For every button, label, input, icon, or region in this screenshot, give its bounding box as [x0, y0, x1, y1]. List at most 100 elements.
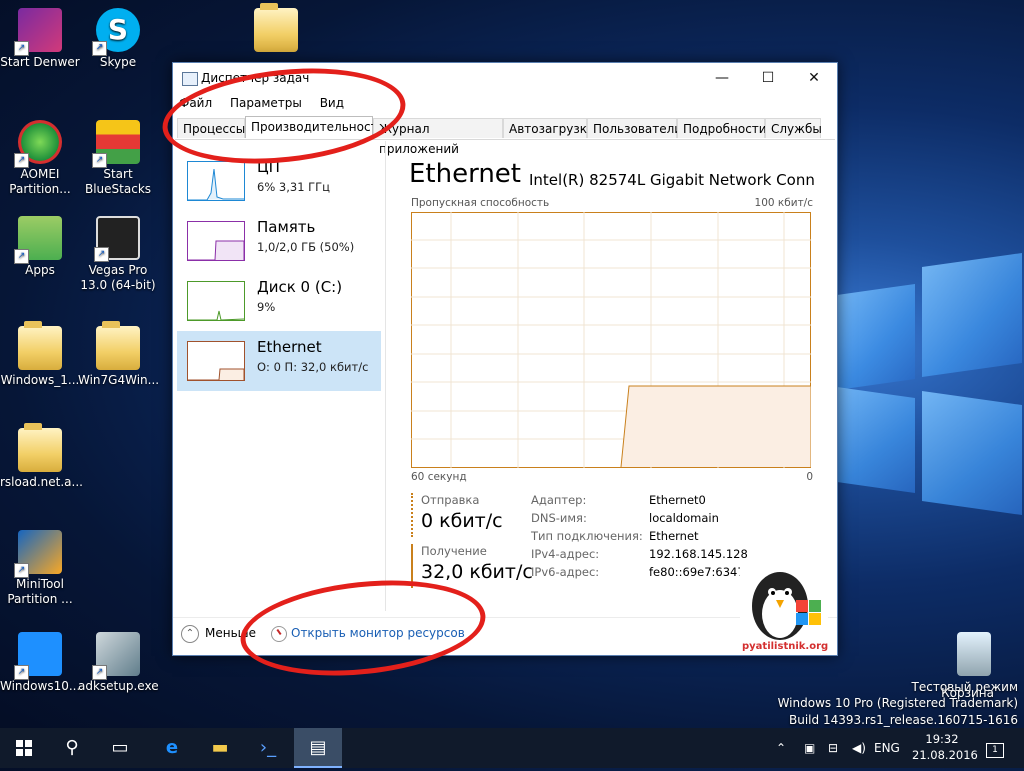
- ethernet-detail-pane: Ethernet Intel(R) 82574L Gigabit Network…: [409, 141, 829, 611]
- graph-time-left: 60 секунд: [411, 471, 467, 483]
- desktop-icon-rsload[interactable]: rsload.net.a...: [0, 423, 83, 490]
- start-button[interactable]: [0, 728, 48, 768]
- aomei-icon: ↗: [14, 120, 62, 168]
- search-icon[interactable]: ⚲: [48, 728, 96, 768]
- desktop-icon-adksetup[interactable]: ↗ adksetup.exe: [78, 632, 159, 694]
- desktop-icon-windows-zip[interactable]: [236, 3, 316, 55]
- performance-sidebar: ЦП 6% 3,31 ГГц Память 1,0/2,0 ГБ (50%) Д…: [173, 141, 386, 611]
- windows-defender-icon[interactable]: ▣: [804, 728, 815, 768]
- powershell-icon[interactable]: ›_: [244, 728, 292, 768]
- windows-logo-icon: ↗: [14, 632, 62, 680]
- adapter-name: Intel(R) 82574L Gigabit Network Conne...: [529, 171, 814, 189]
- sidebar-item-memory[interactable]: Память 1,0/2,0 ГБ (50%): [177, 211, 381, 271]
- desktop-icon-win7g4win[interactable]: Win7G4Win...: [78, 321, 160, 388]
- close-button[interactable]: ✕: [791, 63, 837, 93]
- tab-services[interactable]: Службы: [765, 118, 822, 138]
- site-logo: pyatilistnik.org: [740, 564, 828, 654]
- minimize-button[interactable]: —: [699, 63, 745, 93]
- disk-mini-graph: [187, 281, 245, 321]
- receive-value: 32,0 кбит/с: [421, 561, 533, 583]
- sidebar-item-value: О: 0 П: 32,0 кбит/с: [257, 360, 369, 374]
- desktop-icon-start-denwer[interactable]: ↗ Start Denwer: [0, 8, 80, 70]
- desktop-icon-windows1[interactable]: Windows_1...: [0, 321, 80, 388]
- graph-time-right: 0: [806, 471, 813, 483]
- detail-key: DNS-имя:: [531, 511, 587, 525]
- desktop-icon-aomei[interactable]: ↗ AOMEI Partition...: [0, 120, 80, 197]
- tray-expand-icon[interactable]: ⌃: [776, 728, 786, 768]
- desktop-icon-recycle-bin[interactable]: [934, 632, 1014, 679]
- detail-key: Адаптер:: [531, 493, 587, 507]
- ethernet-mini-graph: [187, 341, 245, 381]
- cpu-mini-graph: [187, 161, 245, 201]
- desktop-icon-bluestacks[interactable]: ↗ Start BlueStacks: [78, 120, 158, 197]
- task-manager-icon: [182, 72, 198, 86]
- sidebar-item-label: Диск 0 (C:): [257, 278, 343, 296]
- vegas-film-icon: ↗: [94, 216, 140, 262]
- desktop-icon-label: Start Denwer: [0, 55, 80, 69]
- detail-value: localdomain: [649, 511, 719, 525]
- desktop-icon-vegas[interactable]: ↗ Vegas Pro 13.0 (64-bit): [78, 216, 158, 293]
- zip-folder-icon: [18, 423, 62, 472]
- send-stat: Отправка 0 кбит/с: [411, 493, 503, 537]
- detail-key: Тип подключения:: [531, 529, 643, 543]
- clock-time: 19:32: [925, 732, 959, 746]
- desktop-icon-windows10[interactable]: ↗ Windows10...: [0, 632, 80, 694]
- skype-icon: S ↗: [92, 8, 140, 56]
- throughput-graph: [411, 212, 811, 468]
- task-view-icon[interactable]: ▭: [96, 728, 144, 768]
- desktop-icon-label: Windows_1...: [0, 373, 80, 387]
- clock-date: 21.08.2016: [912, 748, 978, 762]
- receive-stat: Получение 32,0 кбит/с: [411, 544, 533, 588]
- detail-value: Ethernet0: [649, 493, 706, 507]
- volume-icon[interactable]: ◀): [852, 728, 866, 768]
- sidebar-item-label: Память: [257, 218, 316, 236]
- task-manager-taskbar-icon[interactable]: ▤: [294, 728, 342, 768]
- desktop-icon-label: Start BlueStacks: [84, 167, 152, 196]
- desktop-icon-label: Win7G4Win...: [78, 373, 160, 387]
- page-title: Ethernet: [409, 159, 521, 189]
- desktop-icon-label: adksetup.exe: [78, 679, 159, 693]
- sidebar-item-label: Ethernet: [257, 338, 322, 356]
- desktop-icon-minitool[interactable]: ↗ MiniTool Partition ...: [0, 530, 80, 607]
- zip-folder-icon: [96, 321, 140, 370]
- desktop-icon-label: Apps: [25, 263, 55, 277]
- desktop-icon-label: Vegas Pro 13.0 (64-bit): [80, 263, 156, 292]
- file-explorer-icon[interactable]: ▬: [196, 728, 244, 768]
- input-language[interactable]: ENG: [874, 728, 900, 768]
- sidebar-item-value: 1,0/2,0 ГБ (50%): [257, 240, 355, 254]
- send-value: 0 кбит/с: [421, 510, 503, 532]
- receive-label: Получение: [421, 544, 487, 558]
- tab-users[interactable]: Пользователи: [587, 118, 682, 138]
- bluestacks-icon: ↗: [92, 120, 140, 168]
- os-version-watermark: Windows 10 Pro (Registered Trademark): [777, 696, 1018, 710]
- windows-start-icon: [16, 740, 32, 756]
- sidebar-item-value: 9%: [257, 300, 276, 314]
- build-watermark: Build 14393.rs1_release.160715-1616: [789, 713, 1018, 727]
- network-icon[interactable]: ⊟: [828, 728, 838, 768]
- desktop-icon-label: AOMEI Partition...: [9, 167, 71, 196]
- action-center-icon[interactable]: 1: [986, 728, 1004, 768]
- taskbar: ⚲ ▭ e ▬ ›_ ▤ ⌃ ▣ ⊟ ◀) ENG 19:32 21.08.20…: [0, 728, 1024, 768]
- detail-value: Ethernet: [649, 529, 699, 543]
- site-logo-text: pyatilistnik.org: [742, 641, 829, 652]
- notification-count: 1: [986, 743, 1004, 758]
- desktop-icon-skype[interactable]: S ↗ Skype: [78, 8, 158, 70]
- denwer-icon: ↗: [14, 8, 62, 56]
- maximize-button[interactable]: ☐: [745, 63, 791, 93]
- clock[interactable]: 19:32 21.08.2016: [912, 731, 978, 763]
- desktop-icon-label: MiniTool Partition ...: [7, 577, 73, 606]
- minitool-icon: ↗: [14, 530, 62, 578]
- desktop-icon-apps[interactable]: ↗ Apps: [0, 216, 80, 278]
- adksetup-icon: ↗: [92, 632, 140, 680]
- zip-folder-icon: [254, 3, 298, 52]
- edge-icon[interactable]: e: [148, 728, 196, 768]
- memory-mini-graph: [187, 221, 245, 261]
- chevron-up-icon[interactable]: ⌃: [181, 625, 199, 643]
- tab-startup[interactable]: Автозагрузка: [503, 118, 594, 138]
- sidebar-item-ethernet[interactable]: Ethernet О: 0 П: 32,0 кбит/с: [177, 331, 381, 391]
- receive-series: [620, 385, 811, 468]
- sidebar-item-disk[interactable]: Диск 0 (C:) 9%: [177, 271, 381, 331]
- desktop-icon-label: Skype: [99, 55, 137, 69]
- tab-details[interactable]: Подробности: [677, 118, 767, 138]
- throughput-label: Пропускная способность: [411, 197, 550, 209]
